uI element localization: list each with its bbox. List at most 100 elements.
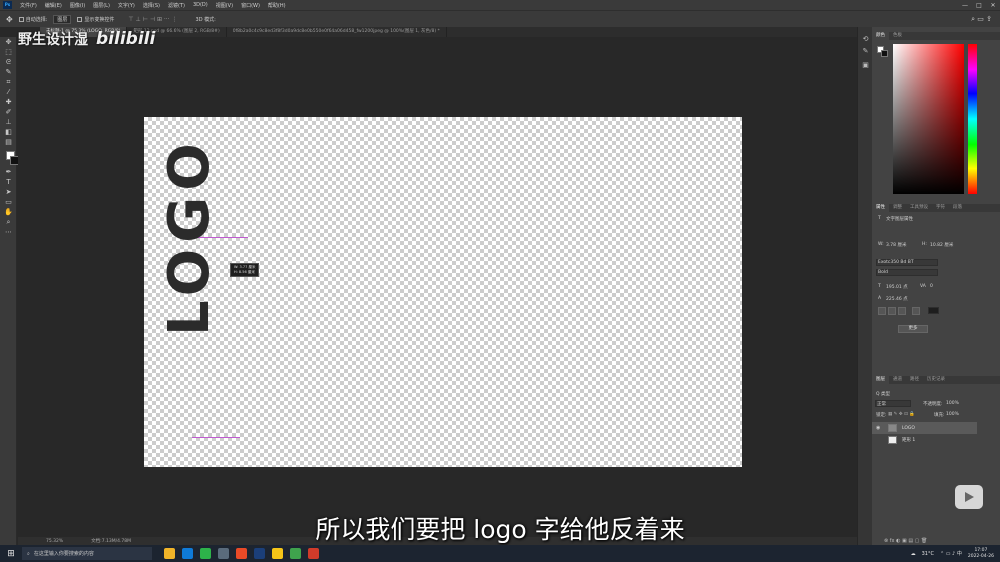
leading-icon: A xyxy=(878,296,882,301)
text-color-swatch[interactable] xyxy=(928,307,939,314)
more-tools-icon[interactable]: ⋯ xyxy=(3,228,14,237)
weather-temperature[interactable]: 31°C xyxy=(922,551,934,557)
eyedropper-tool-icon[interactable]: ⁄ xyxy=(3,88,14,97)
lasso-tool-icon[interactable]: ᘓ xyxy=(3,58,14,67)
3d-mode-label: 3D 模式: xyxy=(195,16,216,23)
tab-document-3[interactable]: 0f8b2a0c4c9c8ed3f8f3d0a9dc8e0b550e0f64a0… xyxy=(227,27,447,37)
menu-file[interactable]: 文件(F) xyxy=(16,2,41,9)
path-select-tool-icon[interactable]: ➤ xyxy=(3,188,14,197)
document-canvas[interactable] xyxy=(144,117,742,467)
menu-3d[interactable]: 3D(D) xyxy=(189,2,212,8)
libraries-icon[interactable]: ▣ xyxy=(861,61,870,70)
tab-color[interactable]: 颜色 xyxy=(872,32,889,40)
align-icons[interactable]: ⊤ ⊥ ⊢ ⊣ ⊞ ··· ⋮ xyxy=(128,16,177,23)
clock[interactable]: 17:07 2022-04-26 xyxy=(968,548,994,560)
layer-filter-kind[interactable]: Q 类型 xyxy=(876,391,890,397)
brush-settings-icon[interactable]: ✎ xyxy=(861,47,870,56)
tab-properties[interactable]: 属性 xyxy=(872,204,889,212)
color-picker-field[interactable] xyxy=(893,44,964,194)
hue-slider[interactable] xyxy=(968,44,977,194)
font-size-value[interactable]: 195.01 点 xyxy=(886,284,908,290)
tab-tool-presets[interactable]: 工具预设 xyxy=(906,204,932,212)
fill-value[interactable]: 100% xyxy=(946,412,959,417)
more-options-button[interactable]: 更多 xyxy=(898,325,928,333)
taskbar-app-icon[interactable] xyxy=(272,548,283,559)
tab-paragraph[interactable]: 段落 xyxy=(949,204,966,212)
tab-history[interactable]: 历史记录 xyxy=(923,376,949,384)
menu-select[interactable]: 选择(S) xyxy=(139,2,164,9)
stamp-tool-icon[interactable]: ⊥ xyxy=(3,118,14,127)
tab-swatches[interactable]: 色板 xyxy=(889,32,906,40)
tracking-value[interactable]: 0 xyxy=(930,284,933,289)
menu-view[interactable]: 视图(V) xyxy=(212,2,237,9)
taskbar-app-icon[interactable] xyxy=(218,548,229,559)
photoshop-app-icon[interactable]: Ps xyxy=(3,1,12,9)
workspace-icons[interactable]: ⌕ ▭ ⇪ xyxy=(971,15,992,24)
tab-character[interactable]: 字符 xyxy=(932,204,949,212)
leading-value[interactable]: 225.46 点 xyxy=(886,296,908,302)
layer-row-rectangle[interactable]: 矩形 1 xyxy=(872,434,977,446)
hand-tool-icon[interactable]: ✋ xyxy=(3,208,14,217)
tab-adjustments[interactable]: 调整 xyxy=(889,204,906,212)
taskbar-search[interactable]: ⌕ 在这里输入你要搜索的内容 xyxy=(22,547,152,560)
move-tool-icon[interactable]: ✥ xyxy=(6,15,13,24)
tab-channels[interactable]: 通道 xyxy=(889,376,906,384)
maximize-button[interactable]: □ xyxy=(972,2,986,9)
auto-select-dropdown[interactable]: 图层 xyxy=(53,14,72,24)
zoom-tool-icon[interactable]: ⌕ xyxy=(3,218,14,227)
layer-row-logo[interactable]: ◉ LOGO xyxy=(872,422,977,434)
menu-window[interactable]: 窗口(W) xyxy=(237,2,264,9)
quick-select-tool-icon[interactable]: ✎ xyxy=(3,68,14,77)
tab-layers[interactable]: 图层 xyxy=(872,376,889,384)
tray-icons[interactable]: ⌃ ▭ ♪ 中 xyxy=(940,550,962,557)
healing-brush-tool-icon[interactable]: ✚ xyxy=(3,98,14,107)
windows-start-icon[interactable]: ⊞ xyxy=(0,549,22,559)
crop-tool-icon[interactable]: ⌗ xyxy=(3,78,14,87)
align-center-button[interactable] xyxy=(888,307,896,315)
taskbar-app-icon[interactable] xyxy=(182,548,193,559)
taskbar-app-icon[interactable] xyxy=(164,548,175,559)
minimize-button[interactable]: — xyxy=(958,2,972,9)
taskbar-app-icon[interactable] xyxy=(200,548,211,559)
align-left-button[interactable] xyxy=(878,307,886,315)
lock-label: 锁定: xyxy=(876,413,887,418)
justify-button[interactable] xyxy=(912,307,920,315)
show-transform-checkbox[interactable]: 显示变换控件 xyxy=(77,16,114,23)
taskbar-app-icon[interactable] xyxy=(308,548,319,559)
history-icon[interactable]: ⟲ xyxy=(861,35,870,44)
brush-tool-icon[interactable]: ✐ xyxy=(3,108,14,117)
visibility-eye-icon[interactable]: ◉ xyxy=(876,425,882,431)
close-button[interactable]: ✕ xyxy=(986,2,1000,9)
type-tool-icon[interactable]: T xyxy=(3,178,14,187)
pen-tool-icon[interactable]: ✒ xyxy=(3,168,14,177)
menu-image[interactable]: 图像(I) xyxy=(66,2,89,9)
lock-icons[interactable]: ▦ ✎ ✥ ⊡ 🔒 xyxy=(888,412,915,417)
tab-paths[interactable]: 路径 xyxy=(906,376,923,384)
menu-filter[interactable]: 滤镜(T) xyxy=(164,2,189,9)
taskbar-app-icon[interactable] xyxy=(236,548,247,559)
bilibili-tv-icon[interactable] xyxy=(955,485,983,509)
logo-text-layer[interactable]: LOGO xyxy=(157,137,222,336)
eraser-tool-icon[interactable]: ◧ xyxy=(3,128,14,137)
height-value[interactable]: 10.82 厘米 xyxy=(930,242,953,248)
menu-help[interactable]: 帮助(H) xyxy=(264,2,290,9)
menu-layer[interactable]: 图层(L) xyxy=(89,2,114,9)
move-tool-icon[interactable]: ✥ xyxy=(3,38,14,47)
gradient-tool-icon[interactable]: ▤ xyxy=(3,138,14,147)
align-right-button[interactable] xyxy=(898,307,906,315)
shape-layer-thumbnail xyxy=(888,436,897,444)
font-size-icon: T xyxy=(878,284,881,289)
rectangle-tool-icon[interactable]: ▭ xyxy=(3,198,14,207)
weather-icon[interactable]: ☁ xyxy=(911,551,916,557)
width-value[interactable]: 3.78 厘米 xyxy=(886,242,906,248)
opacity-value[interactable]: 100% xyxy=(946,401,959,406)
taskbar-app-icon[interactable] xyxy=(254,548,265,559)
menu-bar: Ps 文件(F) 编辑(E) 图像(I) 图层(L) 文字(Y) 选择(S) 滤… xyxy=(0,0,1000,10)
marquee-tool-icon[interactable]: ⬚ xyxy=(3,48,14,57)
color-panel-background[interactable] xyxy=(881,50,888,57)
menu-type[interactable]: 文字(Y) xyxy=(114,2,139,9)
taskbar-app-icon[interactable] xyxy=(290,548,301,559)
menu-edit[interactable]: 编辑(E) xyxy=(41,2,66,9)
properties-panel-tabs: 属性 调整 工具预设 字符 段落 xyxy=(872,204,1000,212)
auto-select-checkbox[interactable]: 自动选择: xyxy=(18,16,47,23)
